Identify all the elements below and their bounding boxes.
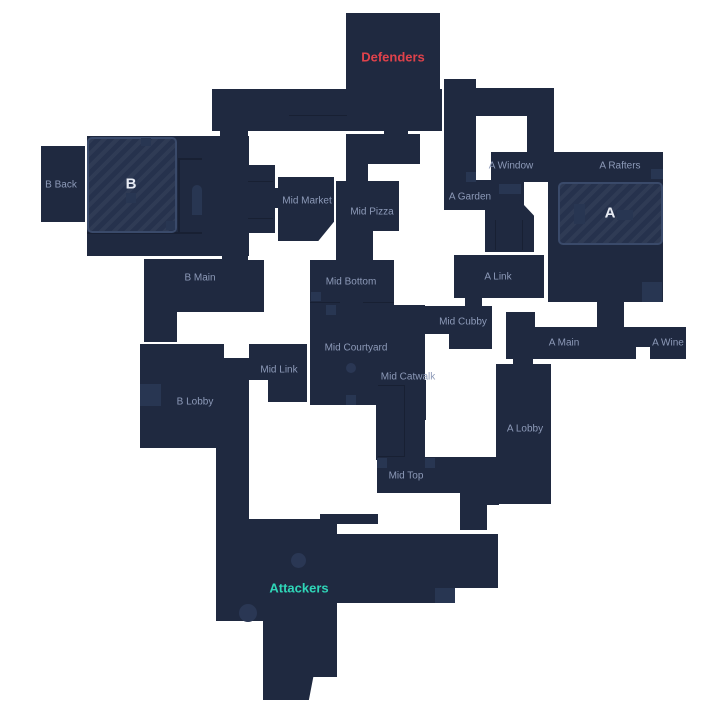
a-lobby-link xyxy=(487,480,499,505)
b-pillar xyxy=(192,185,202,215)
crate xyxy=(651,169,663,179)
crate xyxy=(126,193,136,203)
a-garden-stem xyxy=(485,200,534,252)
crate xyxy=(311,292,321,301)
callout-a-wine: A Wine xyxy=(652,337,684,349)
attacker-spawn-top xyxy=(320,514,378,524)
mid-market-connector xyxy=(272,188,282,208)
b-main-leg xyxy=(144,260,177,342)
mid-market-area xyxy=(278,177,334,241)
callout-mid-cubby: Mid Cubby xyxy=(439,316,487,328)
mid-cubby-lower xyxy=(449,330,492,349)
b-main-connector xyxy=(222,250,248,262)
wall-line xyxy=(289,115,347,116)
crate xyxy=(346,395,356,405)
b-side-room xyxy=(248,165,275,233)
callout-a-rafters: A Rafters xyxy=(599,160,641,172)
map-canvas xyxy=(0,0,708,708)
a-site-label: A xyxy=(604,204,616,222)
callout-mid-pizza: Mid Pizza xyxy=(350,206,394,218)
barrel xyxy=(346,363,356,373)
callout-a-main: A Main xyxy=(548,337,580,349)
wall-line xyxy=(522,220,523,250)
crate xyxy=(140,384,161,406)
crate xyxy=(642,282,662,302)
top-right-connector xyxy=(527,88,554,158)
a-main-notch xyxy=(506,312,535,332)
a-link-stem xyxy=(465,295,482,307)
callout-b-back: B Back xyxy=(45,179,77,191)
crate xyxy=(377,458,387,468)
mid-top-stem xyxy=(460,490,487,530)
b-site-label: B xyxy=(125,175,137,193)
crate xyxy=(435,588,455,603)
barrel xyxy=(239,604,257,622)
barrel xyxy=(291,553,306,568)
attacker-spawn-tail xyxy=(263,600,337,700)
mid-pizza-neck xyxy=(336,225,373,265)
a-wine-link xyxy=(630,327,654,347)
crate xyxy=(574,204,585,224)
attackers-spawn-label: Attackers xyxy=(269,580,329,596)
callout-b-lobby: B Lobby xyxy=(176,396,214,408)
callout-a-lobby: A Lobby xyxy=(506,423,544,435)
mid-top-notch xyxy=(384,128,408,136)
crate xyxy=(499,184,521,194)
b-connector xyxy=(220,128,248,148)
wall-line xyxy=(178,158,180,234)
top-corridor xyxy=(212,89,442,131)
callout-mid-link: Mid Link xyxy=(260,364,298,376)
crate xyxy=(326,305,336,315)
wall-line xyxy=(495,220,496,250)
callout-a-garden: A Garden xyxy=(448,191,492,203)
mid-pizza-stem xyxy=(346,160,368,186)
callout-mid-top: Mid Top xyxy=(388,470,424,482)
callout-mid-courtyard: Mid Courtyard xyxy=(324,342,388,354)
callout-mid-bottom: Mid Bottom xyxy=(325,276,377,288)
defenders-spawn-label: Defenders xyxy=(361,49,425,65)
wall-line xyxy=(363,302,394,303)
wall-line xyxy=(310,302,340,303)
crate xyxy=(141,138,151,146)
wall-line xyxy=(378,385,404,386)
crate xyxy=(166,221,175,230)
wall-line xyxy=(248,218,273,219)
callout-a-link: A Link xyxy=(484,271,512,283)
wall-line xyxy=(248,181,273,182)
callout-b-main: B Main xyxy=(184,272,216,284)
wall-line xyxy=(404,385,405,457)
mid-link-lower xyxy=(268,378,307,402)
wall-line xyxy=(178,158,202,160)
a-main-connector xyxy=(597,300,624,330)
callout-mid-market: Mid Market xyxy=(282,195,332,207)
callout-a-window: A Window xyxy=(488,160,534,172)
crate xyxy=(466,172,476,182)
crate xyxy=(425,458,435,468)
callout-mid-catwalk: Mid Catwalk xyxy=(380,371,436,383)
crate xyxy=(617,210,633,220)
